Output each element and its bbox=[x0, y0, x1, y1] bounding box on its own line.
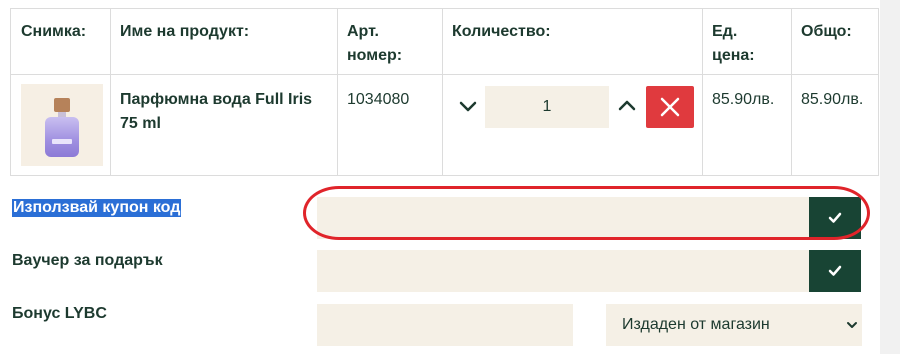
table-header-divider bbox=[10, 74, 879, 75]
product-sku: 1034080 bbox=[347, 91, 410, 108]
table-border-top bbox=[10, 8, 879, 9]
table-border-right bbox=[878, 8, 879, 176]
quantity-input[interactable]: 1 bbox=[485, 86, 609, 128]
highlight-annotation bbox=[303, 186, 870, 240]
header-sku-line1: Арт. bbox=[347, 23, 379, 40]
header-image: Снимка: bbox=[21, 23, 87, 40]
checkmark-icon bbox=[828, 265, 842, 277]
header-product-name: Име на продукт: bbox=[120, 23, 250, 40]
header-unit-price: Ед. цена: bbox=[712, 20, 755, 68]
header-sku-line2: номер: bbox=[347, 47, 403, 64]
bottle-label bbox=[52, 139, 72, 144]
header-total: Общо: bbox=[801, 23, 852, 40]
product-image[interactable] bbox=[21, 84, 103, 166]
remove-item-button[interactable] bbox=[646, 86, 694, 128]
line-total: 85.90лв. bbox=[801, 91, 864, 108]
header-unit-price-line1: Ед. bbox=[712, 23, 738, 40]
product-name-line1: Парфюмна вода Full Iris bbox=[120, 91, 313, 108]
bonus-source-value: Издаден от магазин bbox=[622, 316, 770, 333]
chevron-down-icon[interactable] bbox=[457, 96, 479, 118]
coupon-label: Използвай купон код bbox=[12, 199, 182, 217]
voucher-label: Ваучер за подарък bbox=[12, 252, 163, 269]
header-sku: Арт. номер: bbox=[347, 20, 402, 68]
bottle-cap bbox=[54, 98, 70, 112]
bonus-input[interactable] bbox=[317, 304, 573, 346]
header-unit-price-line2: цена: bbox=[712, 47, 755, 64]
col-divider bbox=[442, 8, 443, 176]
close-icon bbox=[660, 97, 680, 117]
bottle-body bbox=[45, 117, 79, 157]
col-divider bbox=[110, 8, 111, 176]
apply-voucher-button[interactable] bbox=[809, 250, 861, 292]
chevron-up-icon[interactable] bbox=[616, 94, 638, 116]
scrollbar[interactable] bbox=[880, 0, 900, 354]
chevron-down-icon bbox=[846, 317, 858, 335]
bonus-source-select[interactable]: Издаден от магазин bbox=[606, 304, 862, 346]
col-divider bbox=[791, 8, 792, 176]
unit-price: 85.90лв. bbox=[712, 91, 775, 108]
product-name[interactable]: Парфюмна вода Full Iris 75 ml bbox=[120, 88, 312, 136]
cart-table: Снимка: Име на продукт: Арт. номер: Коли… bbox=[10, 8, 879, 176]
header-quantity: Количество: bbox=[452, 23, 551, 40]
col-divider bbox=[702, 8, 703, 176]
table-border-bottom bbox=[10, 175, 879, 176]
voucher-input[interactable] bbox=[317, 250, 809, 292]
bonus-label: Бонус LYBC bbox=[12, 305, 107, 322]
col-divider bbox=[337, 8, 338, 176]
product-name-line2: 75 ml bbox=[120, 115, 161, 132]
table-border-left bbox=[10, 8, 11, 176]
